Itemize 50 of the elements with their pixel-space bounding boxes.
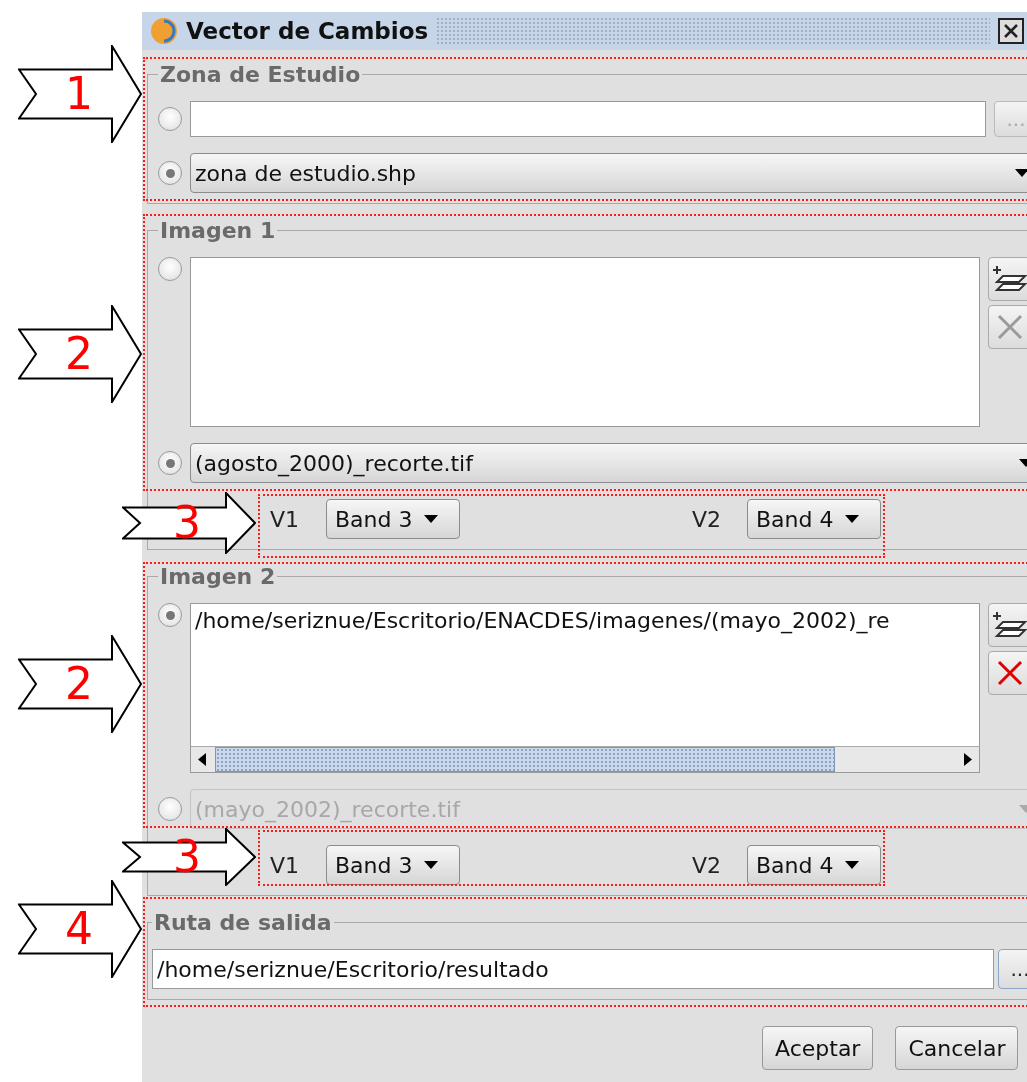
callout-number: 2 <box>65 332 94 376</box>
radio-button[interactable] <box>158 603 182 627</box>
group-title: Imagen 2 <box>159 564 277 589</box>
band-label: V2 <box>692 506 723 532</box>
caret-icon <box>424 515 439 523</box>
band-label: V1 <box>270 506 301 532</box>
band-dropdown[interactable]: Band 4 <box>747 499 881 539</box>
group-title: Zona de Estudio <box>159 62 362 87</box>
band-dropdown[interactable]: Band 4 <box>747 845 881 885</box>
remove-icon <box>996 659 1024 687</box>
radio-button[interactable] <box>158 451 182 475</box>
browse-button[interactable]: ... <box>998 949 1027 989</box>
add-layer-button[interactable] <box>988 257 1027 301</box>
close-icon <box>1003 23 1019 39</box>
file-list[interactable]: /home/seriznue/Escritorio/ENACDES/imagenes/(mayo_2002)_re <box>190 603 980 773</box>
caret-icon <box>424 861 439 869</box>
radio-button[interactable] <box>158 257 182 281</box>
output-path-field[interactable]: /home/seriznue/Escritorio/resultado <box>152 949 994 989</box>
close-button[interactable] <box>998 18 1024 44</box>
caret-icon <box>845 861 860 869</box>
radio-button[interactable] <box>158 107 182 131</box>
group-title: Imagen 1 <box>159 218 277 243</box>
horizontal-scrollbar[interactable] <box>191 746 979 772</box>
band-dropdown[interactable]: Band 3 <box>326 499 460 539</box>
app-logo-icon <box>150 17 178 45</box>
add-layer-icon <box>993 264 1027 294</box>
dialog-button[interactable]: Aceptar <box>762 1026 874 1070</box>
remove-icon <box>996 313 1024 341</box>
callout-number: 3 <box>172 501 201 545</box>
callout-number: 1 <box>65 72 94 116</box>
callout-number: 2 <box>65 662 94 706</box>
group-title: Ruta de salida <box>153 910 333 935</box>
radio-button[interactable] <box>158 161 182 185</box>
caret-icon <box>1015 169 1027 177</box>
caret-icon <box>845 515 860 523</box>
file-path-field[interactable] <box>190 101 986 137</box>
band-label: V1 <box>270 852 301 878</box>
band-dropdown[interactable]: Band 3 <box>326 845 460 885</box>
callout-number: 4 <box>65 907 94 951</box>
list-item[interactable]: /home/seriznue/Escritorio/ENACDES/imagenes/(mayo_2002)_re <box>195 608 975 633</box>
dialog-button[interactable]: Cancelar <box>895 1026 1019 1070</box>
band-label: V2 <box>692 852 723 878</box>
file-dropdown[interactable]: (agosto_2000)_recorte.tif <box>190 443 1027 483</box>
add-layer-icon <box>993 610 1027 640</box>
callout-number: 3 <box>172 835 201 879</box>
window-title: Vector de Cambios <box>186 18 429 44</box>
add-layer-button[interactable] <box>988 603 1027 647</box>
scrollbar-thumb[interactable] <box>215 747 835 772</box>
remove-button[interactable] <box>988 651 1027 695</box>
file-dropdown[interactable]: zona de estudio.shp <box>190 153 1027 193</box>
